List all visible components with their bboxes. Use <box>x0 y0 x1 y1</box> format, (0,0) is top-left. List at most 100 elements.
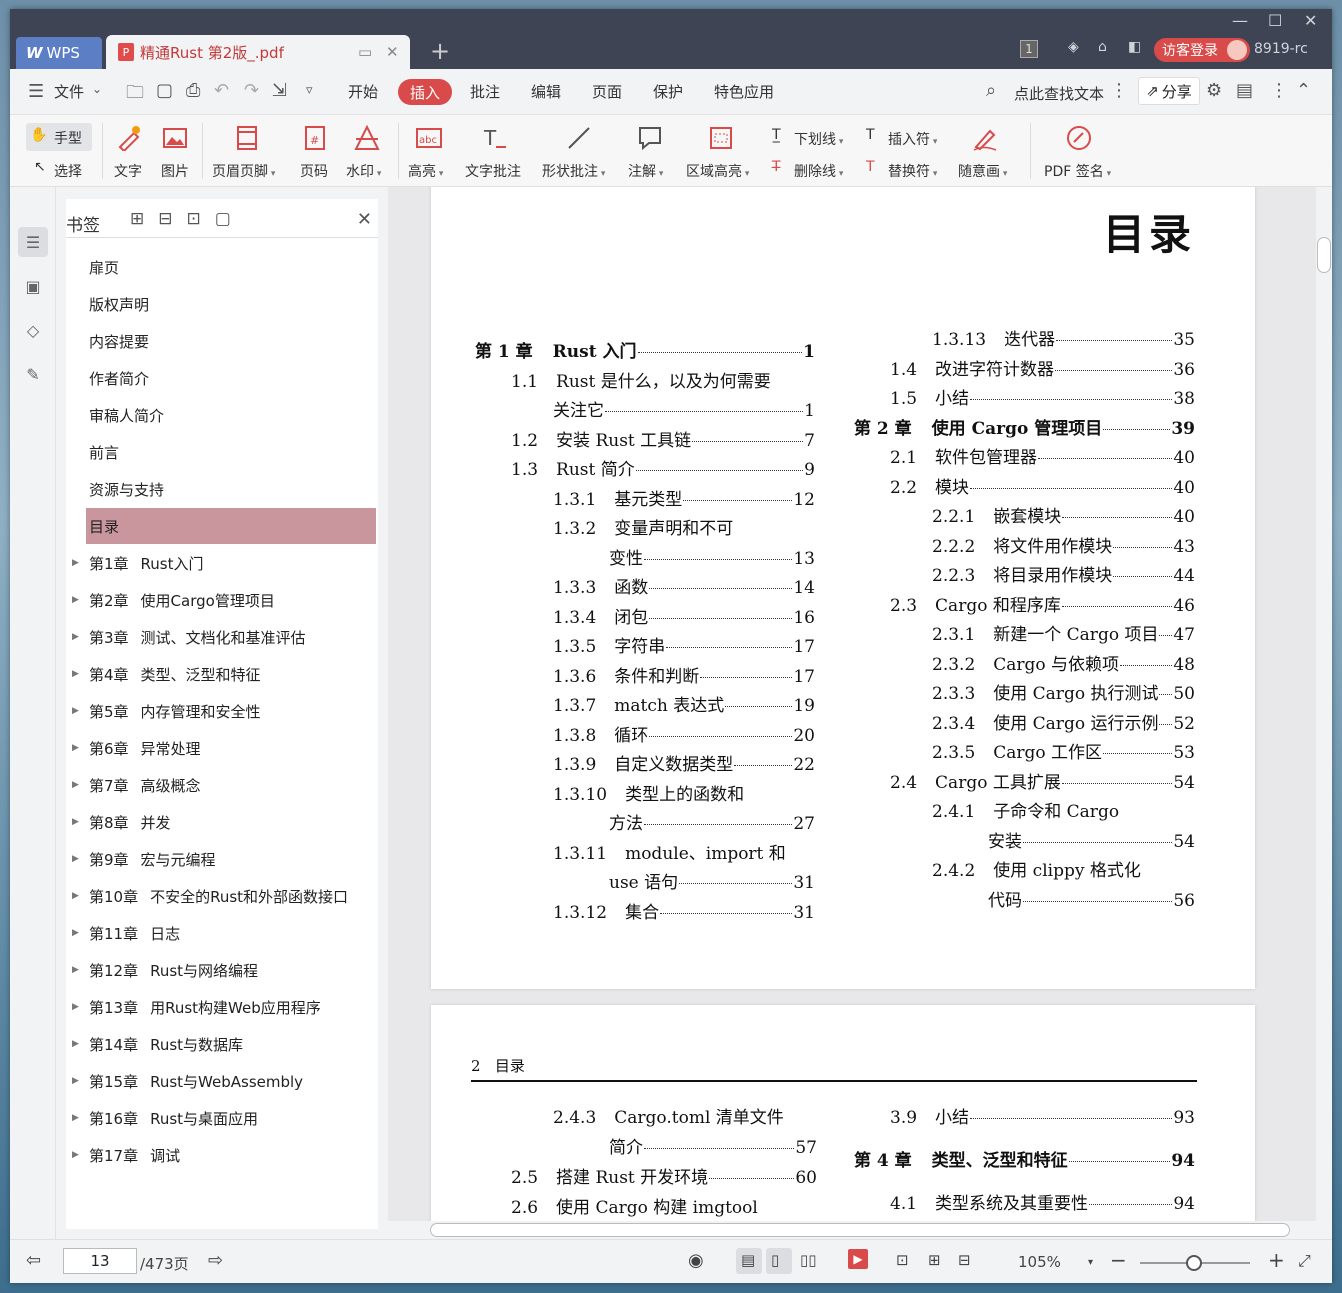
tab-comment[interactable]: 批注 <box>470 81 500 102</box>
tab-insert[interactable]: 插入 <box>398 79 452 105</box>
toc-entry[interactable]: 3.9 小结 93 <box>890 1103 1195 1128</box>
toc-entry[interactable]: 2.6 使用 Cargo 构建 imgtool <box>511 1193 817 1218</box>
toc-entry[interactable]: 简介 57 <box>609 1133 817 1158</box>
toc-entry[interactable]: 2.4.2 使用 clippy 格式化 <box>932 856 1195 881</box>
bookmark-item-preface[interactable]: 前言 <box>86 434 376 470</box>
toc-entry[interactable]: 1.3.10 类型上的函数和 <box>553 780 815 805</box>
toc-entry[interactable]: 第 4 章类型、泛型和特征 94 <box>854 1146 1195 1171</box>
toc-entry[interactable]: 2.3.3 使用 Cargo 执行测试 50 <box>932 679 1195 704</box>
toc-entry[interactable]: 2.3.2 Cargo 与依赖项 48 <box>932 650 1195 675</box>
bookmark-chapter-17[interactable]: ▶ 第17章 调试 <box>72 1137 376 1173</box>
fit-page-icon[interactable]: ⊞ <box>928 1251 941 1269</box>
tab-edit[interactable]: 编辑 <box>531 81 561 102</box>
zoom-level[interactable]: 105% <box>1018 1253 1061 1271</box>
new-tab-button[interactable]: + <box>430 37 450 65</box>
highlight-button[interactable]: 高亮 ▾ <box>408 161 443 181</box>
horizontal-scroll-thumb[interactable] <box>430 1223 1290 1237</box>
export-icon[interactable]: ⇲ <box>272 80 287 101</box>
toc-entry[interactable]: 代码 56 <box>988 886 1195 911</box>
toc-entry[interactable]: 1.2 安装 Rust 工具链 7 <box>511 426 815 451</box>
gear-icon[interactable]: ⚙ <box>1206 80 1222 101</box>
share-button[interactable]: ⇗ 分享 <box>1138 77 1200 105</box>
bookmark-panel-icon[interactable]: ☰ <box>18 227 48 257</box>
toc-entry[interactable]: 1.3.2 变量声明和不可 <box>553 514 815 539</box>
toc-entry[interactable]: 安装 54 <box>988 827 1195 852</box>
page-number-button[interactable]: 页码 <box>300 161 328 181</box>
bookmark-chapter-10[interactable]: ▶ 第10章 不安全的Rust和外部函数接口 <box>72 878 376 914</box>
chevron-right-icon[interactable]: ▶ <box>72 1150 79 1160</box>
chevron-right-icon[interactable]: ▶ <box>72 595 79 605</box>
toc-entry[interactable]: 1.3 Rust 简介 9 <box>511 455 815 480</box>
insert-mark-button[interactable]: 插入符 ▾ <box>888 129 937 149</box>
chevron-right-icon[interactable]: ▶ <box>72 669 79 679</box>
bookmark-item-toc[interactable]: 目录 <box>86 508 376 544</box>
search-input[interactable]: 点此查找文本 <box>1014 83 1104 104</box>
shirt-icon[interactable]: ⌂ <box>1098 39 1107 55</box>
login-button[interactable]: 访客登录 <box>1154 38 1250 62</box>
tab-special-apps[interactable]: 特色应用 <box>714 81 774 102</box>
toc-entry[interactable]: 1.4 改进字符计数器 36 <box>890 355 1195 380</box>
shape-note-button[interactable]: 形状批注 ▾ <box>542 161 605 181</box>
vertical-scroll-thumb[interactable] <box>1317 237 1331 273</box>
bookmark-chapter-5[interactable]: ▶ 第5章 内存管理和安全性 <box>72 693 376 729</box>
text-tool-button[interactable]: 文字 <box>114 161 142 181</box>
underline-button[interactable]: 下划线 ▾ <box>794 129 843 149</box>
minimize-icon[interactable]: — <box>1232 11 1248 30</box>
open-folder-icon[interactable]: 🗀 <box>126 80 144 110</box>
chevron-right-icon[interactable]: ▶ <box>72 558 79 568</box>
area-highlight-button[interactable]: 区域高亮 ▾ <box>686 161 749 181</box>
bookmark-item-title-page[interactable]: 扉页 <box>86 249 376 285</box>
toc-entry[interactable]: 2.2.1 嵌套模块 40 <box>932 502 1195 527</box>
toc-entry[interactable]: 2.1 软件包管理器 40 <box>890 443 1195 468</box>
chevron-right-icon[interactable]: ▶ <box>72 854 79 864</box>
tab-page[interactable]: 页面 <box>592 81 622 102</box>
toc-entry[interactable]: 1.3.13 迭代器 35 <box>932 325 1195 350</box>
collapse-all-icon[interactable]: ⊡ <box>187 209 215 229</box>
cursor-icon[interactable]: ↖ <box>34 159 46 175</box>
actual-size-icon[interactable]: ⊡ <box>896 1251 909 1269</box>
bookmark-chapter-11[interactable]: ▶ 第11章 日志 <box>72 915 376 951</box>
bookmark-chapter-8[interactable]: ▶ 第8章 并发 <box>72 804 376 840</box>
toc-entry[interactable]: 2.4 Cargo 工具扩展 54 <box>890 768 1195 793</box>
window-mode-icon[interactable]: ▭ <box>358 43 372 61</box>
bookmark-item-author[interactable]: 作者简介 <box>86 360 376 396</box>
annotation-button[interactable]: 注解 ▾ <box>628 161 663 181</box>
toc-entry[interactable]: 2.5 搭建 Rust 开发环境 60 <box>511 1163 817 1188</box>
toc-entry[interactable]: 2.2.3 将目录用作模块 44 <box>932 561 1195 586</box>
chevron-right-icon[interactable]: ▶ <box>72 743 79 753</box>
image-button[interactable]: 图片 <box>161 161 189 181</box>
eye-protect-icon[interactable]: ◉ <box>688 1250 704 1271</box>
pdf-sign-button[interactable]: PDF 签名 ▾ <box>1044 161 1111 181</box>
vertical-scrollbar[interactable] <box>1316 187 1332 1239</box>
undo-icon[interactable]: ↶ <box>214 80 229 101</box>
save-icon[interactable]: ▢ <box>156 80 173 101</box>
strikethrough-button[interactable]: 删除线 ▾ <box>794 161 843 181</box>
toc-entry[interactable]: 1.3.5 字符串 17 <box>553 632 815 657</box>
skin-icon[interactable]: ◈ <box>1068 39 1079 55</box>
two-page-icon[interactable]: ▯▯ <box>800 1251 817 1269</box>
more-options-icon[interactable]: ⋮ <box>1270 80 1288 101</box>
chevron-down-icon[interactable]: ⌄ <box>92 82 102 96</box>
maximize-icon[interactable]: ☐ <box>1268 11 1282 30</box>
tab-protect[interactable]: 保护 <box>653 81 683 102</box>
bookmark-chapter-7[interactable]: ▶ 第7章 高级概念 <box>72 767 376 803</box>
toc-entry[interactable]: 2.3.1 新建一个 Cargo 项目 47 <box>932 620 1195 645</box>
print-icon[interactable]: ⎙ <box>186 80 200 101</box>
toc-entry[interactable]: 1.3.3 函数 14 <box>553 573 815 598</box>
replace-mark-button[interactable]: 替换符 ▾ <box>888 161 937 181</box>
toc-entry[interactable]: 方法 27 <box>609 809 815 834</box>
document-viewport[interactable]: 目录 第 1 章 Rust 入门 1 1.1 Rust 是什么，以及为何需要 关注它 1 1.… <box>388 187 1332 1239</box>
toc-entry[interactable]: 2.3.4 使用 Cargo 运行示例 52 <box>932 709 1195 734</box>
close-window-icon[interactable]: ✕ <box>1304 11 1317 30</box>
zoom-slider-knob[interactable] <box>1186 1255 1202 1271</box>
document-tab[interactable]: P 精通Rust 第2版_.pdf ▭ ✕ <box>106 35 410 69</box>
toc-entry[interactable]: 2.3.5 Cargo 工作区 53 <box>932 738 1195 763</box>
add-bookmark-icon[interactable]: ⊞ <box>130 209 158 229</box>
fit-width-icon[interactable]: ⊟ <box>958 1251 971 1269</box>
chevron-right-icon[interactable]: ▶ <box>72 965 79 975</box>
toc-entry[interactable]: 2.3 Cargo 和程序库 46 <box>890 591 1195 616</box>
close-tab-icon[interactable]: ✕ <box>386 43 399 61</box>
zoom-in-icon[interactable]: + <box>1268 1248 1285 1272</box>
text-note-button[interactable]: 文字批注 <box>465 161 521 181</box>
toc-entry[interactable]: 4.1 类型系统及其重要性 94 <box>890 1189 1195 1214</box>
